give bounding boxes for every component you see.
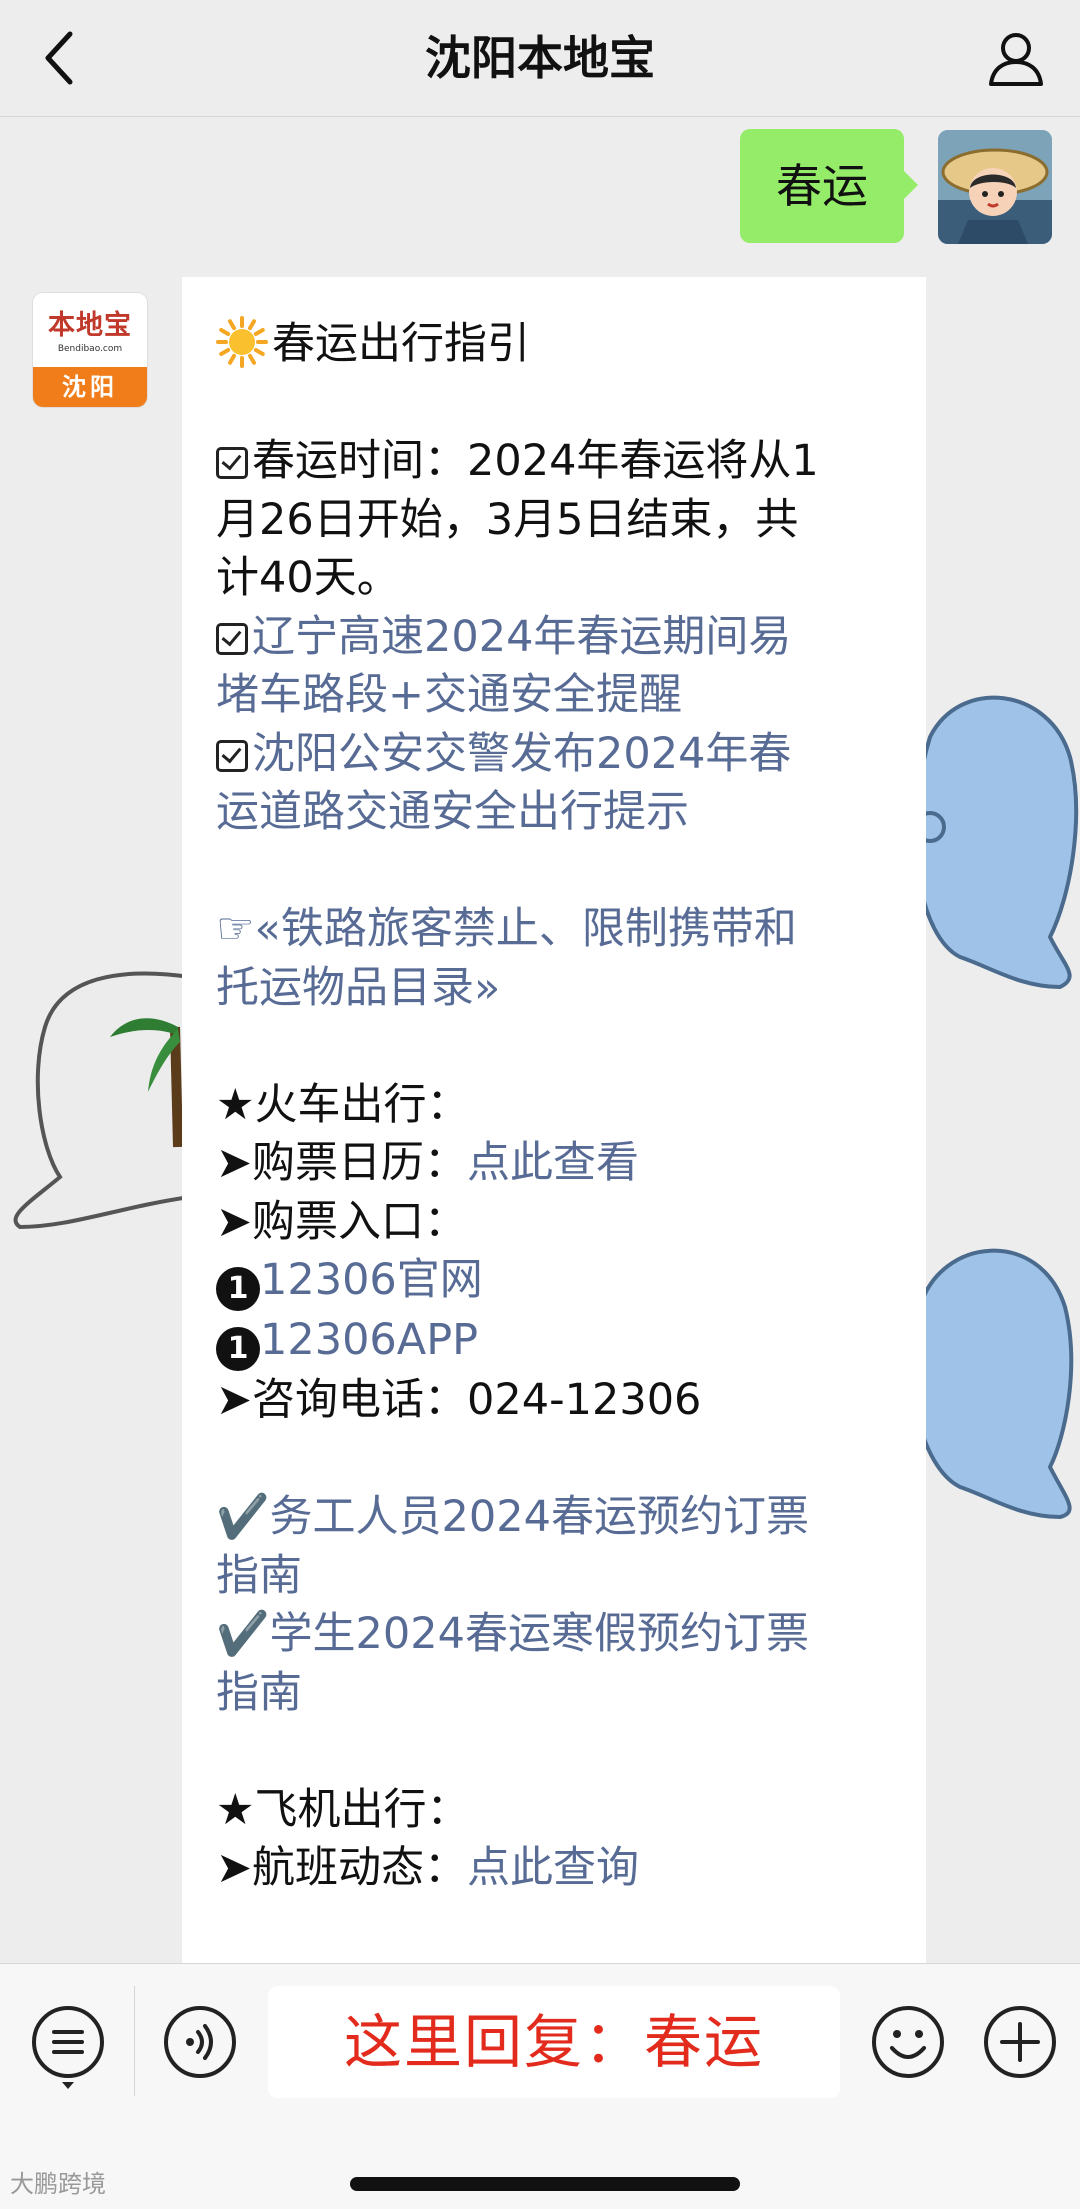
message-line: ✔️务工人员2024春运预约订票 [216, 1488, 896, 1547]
message-text: 春运时间：2024年春运将从1 [252, 436, 819, 486]
message-link[interactable]: 辽宁高速2024年春运期间易 [252, 612, 791, 662]
message-title: 春运出行指引 [272, 319, 530, 369]
menu-list-icon[interactable] [30, 2004, 106, 2090]
message-line: 春运时间：2024年春运将从1 [216, 432, 896, 491]
avatar-illustration-icon [938, 130, 1052, 244]
message-line: ➤购票入口： [216, 1193, 896, 1252]
message-line: 托运物品目录» [216, 959, 896, 1018]
message-line: ➤咨询电话：024-12306 [216, 1371, 896, 1430]
checkbox-icon [216, 622, 248, 655]
message-link[interactable]: 点此查询 [467, 1843, 639, 1893]
reply-input[interactable]: 这里回复：春运 [268, 1986, 840, 2098]
voice-icon[interactable] [162, 2004, 238, 2080]
message-line: 计40天。 [216, 549, 896, 608]
bot-message-content: 春运出行指引春运时间：2024年春运将从1 月26日开始，3月5日结束，共 计40天… [216, 315, 896, 1898]
bot-message-bubble: 春运出行指引春运时间：2024年春运将从1 月26日开始，3月5日结束，共 计40天… [182, 277, 926, 1963]
sun-icon [216, 316, 268, 368]
message-line: 指南 [216, 1547, 896, 1606]
message-text: 月26日开始，3月5日结束，共 [216, 494, 799, 545]
bubble-sticker-icon [913, 695, 1079, 990]
bot-logo-sub: Bendibao.com [57, 344, 123, 354]
checkbox-icon [216, 739, 248, 772]
message-link[interactable]: 堵车路段+交通安全提醒 [216, 670, 682, 720]
message-link[interactable]: 托运物品目录» [216, 963, 500, 1013]
message-link[interactable]: 指南 [216, 1668, 302, 1718]
input-bar: 这里回复：春运 大鹏跨境 [0, 1963, 1080, 2209]
message-line: ➤航班动态：点此查询 [216, 1839, 896, 1898]
chat-area[interactable]: 春运 本地宝 Bendibao.com 沈阳 春运出行指引春运时间：2024年春… [0, 117, 1080, 1963]
message-text: ➤咨询电话：024-12306 [216, 1375, 702, 1425]
message-line: 沈阳公安交警发布2024年春 [216, 725, 896, 784]
message-text: ★飞机出行： [216, 1784, 470, 1835]
palm-tree-sticker-icon [13, 971, 190, 1230]
message-link[interactable]: ☞«铁路旅客禁止、限制携带和 [216, 904, 797, 954]
bot-logo: 本地宝 Bendibao.com [33, 293, 147, 367]
user-message-bubble[interactable]: 春运 [740, 129, 918, 243]
message-text: ➤购票入口： [216, 1196, 468, 1247]
message-link[interactable]: 12306官网 [260, 1255, 483, 1305]
message-text: 计40天。 [216, 553, 400, 603]
message-line: 运道路交通安全出行提示 [216, 783, 896, 842]
message-line: 堵车路段+交通安全提醒 [216, 666, 896, 725]
emoji-icon[interactable] [870, 2004, 946, 2080]
bot-avatar[interactable]: 本地宝 Bendibao.com 沈阳 [33, 293, 147, 407]
home-indicator[interactable] [350, 2177, 740, 2191]
message-line: ★火车出行： [216, 1076, 896, 1135]
message-label: ➤购票日历： [216, 1138, 468, 1188]
message-link[interactable]: 沈阳公安交警发布2024年春 [252, 729, 791, 779]
bubble-sticker-icon [910, 1248, 1074, 1520]
plus-icon[interactable] [982, 2004, 1058, 2080]
message-line: 辽宁高速2024年春运期间易 [216, 608, 896, 667]
message-link[interactable]: ✔️学生2024春运寒假预约订票 [216, 1609, 809, 1659]
message-line: 1 12306官网 [216, 1251, 896, 1311]
watermark: 大鹏跨境 [10, 2170, 106, 2198]
message-link[interactable]: 运道路交通安全出行提示 [216, 787, 689, 837]
number-badge: 1 [216, 1267, 260, 1311]
message-line: ★飞机出行： [216, 1781, 896, 1840]
user-avatar[interactable] [938, 130, 1052, 244]
message-line: ✔️学生2024春运寒假预约订票 [216, 1605, 896, 1664]
message-line: 春运出行指引 [216, 315, 896, 374]
message-line: ☞«铁路旅客禁止、限制携带和 [216, 900, 896, 959]
message-line: 指南 [216, 1664, 896, 1723]
message-text: ★火车出行： [216, 1079, 470, 1130]
navbar: 沈阳本地宝 [0, 0, 1080, 117]
bot-logo-main: 本地宝 [48, 310, 132, 341]
message-link[interactable]: 指南 [216, 1551, 302, 1601]
message-link[interactable]: 12306APP [260, 1315, 478, 1365]
page-title: 沈阳本地宝 [425, 31, 655, 85]
message-link[interactable]: 点此查看 [467, 1138, 639, 1188]
message-line: 月26日开始，3月5日结束，共 [216, 491, 896, 550]
checkbox-icon [216, 447, 248, 479]
message-line: 1 12306APP [216, 1311, 896, 1371]
bot-logo-city: 沈阳 [33, 367, 147, 407]
person-icon[interactable] [986, 28, 1046, 88]
message-line: ➤购票日历：点此查看 [216, 1134, 896, 1193]
message-label: ➤航班动态： [216, 1843, 468, 1893]
number-badge: 1 [216, 1327, 260, 1371]
message-link[interactable]: ✔️务工人员2024春运预约订票 [216, 1492, 809, 1542]
divider [134, 1986, 135, 2096]
